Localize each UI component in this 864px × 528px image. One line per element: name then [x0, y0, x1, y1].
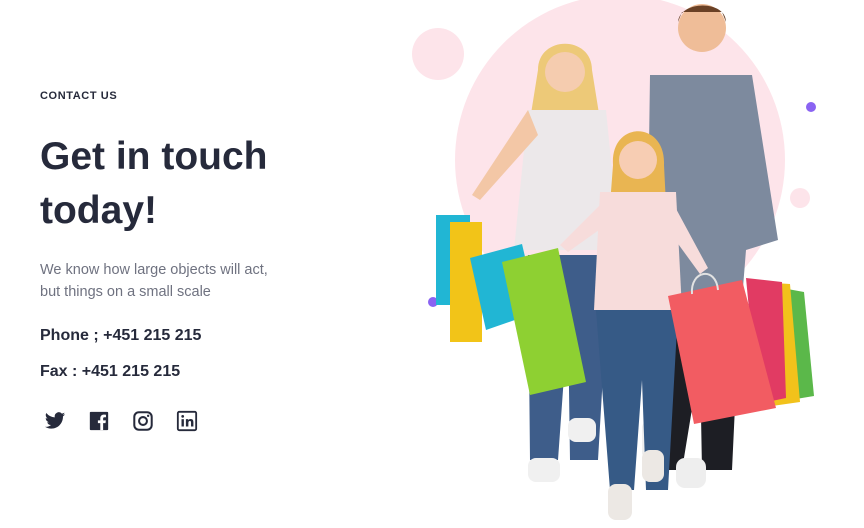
twitter-icon — [44, 412, 66, 429]
headline-line-1: Get in touch — [40, 135, 268, 178]
fax-number: Fax : +451 215 215 — [40, 363, 181, 380]
jeans — [596, 310, 678, 490]
page-title: Get in touch today! — [40, 130, 340, 238]
description-line-1: We know how large objects will act, — [40, 262, 268, 278]
twitter-link[interactable] — [44, 410, 66, 432]
linkedin-icon — [176, 410, 198, 432]
family-shopping-image — [412, 0, 816, 520]
facebook-icon — [89, 411, 109, 431]
face — [619, 141, 657, 179]
shoe — [568, 418, 596, 442]
social-links — [44, 410, 198, 432]
facebook-link[interactable] — [88, 410, 110, 432]
face — [545, 52, 585, 92]
pink-circle-small — [412, 28, 464, 80]
purple-dot-right — [806, 102, 816, 112]
contact-section: CONTACT US Get in touch today! We know h… — [40, 0, 400, 528]
headline-line-2: today! — [40, 189, 157, 232]
linkedin-link[interactable] — [176, 410, 198, 432]
shoe — [642, 450, 664, 482]
phone-number[interactable]: Phone ; +451 215 215 — [40, 327, 201, 345]
instagram-icon — [133, 411, 153, 431]
description-line-2: but things on a small scale — [40, 284, 211, 300]
description: We know how large objects will act, but … — [40, 259, 330, 303]
shoe — [676, 458, 706, 488]
instagram-link[interactable] — [132, 410, 154, 432]
shoe — [608, 484, 632, 520]
section-eyebrow: CONTACT US — [40, 90, 118, 102]
shoe — [528, 458, 560, 482]
hero-illustration — [410, 0, 864, 528]
pink-dot — [790, 188, 810, 208]
sweater — [594, 192, 682, 310]
